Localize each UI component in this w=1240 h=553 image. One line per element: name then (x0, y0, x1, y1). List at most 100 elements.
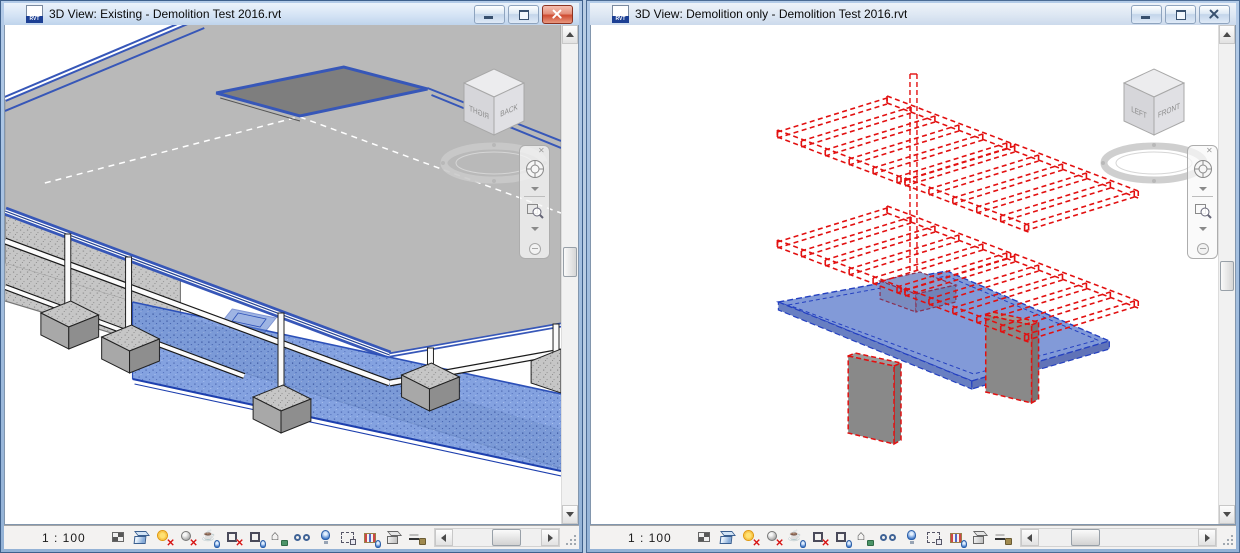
vertical-scrollbar[interactable] (1218, 25, 1235, 524)
resize-grip[interactable] (1221, 526, 1236, 549)
show-analytical-model-icon[interactable] (363, 529, 381, 548)
crop-view-off-icon[interactable] (811, 529, 830, 549)
minimize-icon (1141, 15, 1150, 19)
steering-wheel-icon (1193, 160, 1212, 178)
navigation-bar (1187, 145, 1218, 259)
zoom-region-icon (526, 204, 544, 219)
shadows-off-icon[interactable] (765, 529, 784, 549)
scale-button[interactable]: 1 : 100 (628, 531, 672, 545)
rvt-file-icon-label: RVT (612, 16, 629, 23)
rvt-file-icon: RVT (26, 5, 43, 23)
steering-wheel-button[interactable] (524, 158, 546, 185)
reveal-hidden-elements-icon[interactable] (903, 529, 920, 546)
locked-3d-view-icon[interactable] (271, 527, 288, 546)
resize-grip[interactable] (564, 526, 579, 549)
wheel-options-chevron[interactable] (530, 187, 539, 191)
arrow-down-icon (566, 512, 574, 517)
navbar-close-icon[interactable] (538, 146, 547, 157)
scroll-right-button[interactable] (541, 529, 559, 546)
vertical-scroll-thumb[interactable] (563, 246, 577, 277)
temporary-hide-isolate-icon[interactable] (879, 529, 897, 546)
window-existing-view: RVT 3D View: Existing - Demolition Test … (0, 0, 583, 553)
navbar-close-icon[interactable] (1206, 146, 1215, 157)
vertical-scroll-track[interactable] (562, 44, 578, 505)
show-crop-region-icon[interactable] (834, 529, 852, 548)
temporary-view-properties-icon[interactable] (926, 529, 943, 546)
titlebar-demolition[interactable]: RVT 3D View: Demolition only - Demolitio… (590, 3, 1236, 25)
window-demolition-view: RVT 3D View: Demolition only - Demolitio… (586, 0, 1240, 553)
arrow-left-icon (1027, 533, 1033, 542)
show-analytical-model-icon[interactable] (949, 529, 967, 548)
close-button[interactable] (542, 4, 573, 24)
visual-style-icon[interactable] (719, 529, 736, 546)
show-rendering-dialog-icon[interactable] (788, 529, 806, 548)
titlebar-existing[interactable]: RVT 3D View: Existing - Demolition Test … (4, 3, 579, 25)
horizontal-scroll-track[interactable] (1039, 529, 1198, 546)
visual-style-icon[interactable] (133, 529, 150, 546)
window-buttons (474, 4, 573, 24)
minimize-icon (484, 15, 493, 19)
sun-path-off-icon[interactable] (742, 529, 761, 549)
arrow-right-icon (1204, 533, 1210, 542)
scroll-up-button[interactable] (1219, 25, 1235, 44)
view-control-icons (696, 527, 1012, 549)
detail-level-icon[interactable] (110, 529, 127, 546)
view-control-bar: 1 : 100 (590, 525, 1236, 549)
scroll-left-button[interactable] (434, 529, 453, 546)
pan-button[interactable] (1196, 243, 1209, 255)
scroll-down-button[interactable] (1219, 505, 1235, 524)
navbar-divider (1192, 196, 1213, 197)
horizontal-scrollbar[interactable] (1019, 528, 1217, 547)
rvt-file-icon: RVT (612, 5, 629, 23)
horizontal-scrollbar[interactable] (433, 528, 560, 547)
viewport-demolition-3d[interactable]: LEFT FRONT (591, 25, 1218, 524)
scroll-right-button[interactable] (1198, 529, 1216, 546)
vertical-scroll-track[interactable] (1219, 44, 1235, 505)
reveal-constraints-icon[interactable] (994, 529, 1012, 546)
minimize-button[interactable] (1131, 4, 1162, 24)
scroll-up-button[interactable] (562, 25, 578, 44)
show-rendering-dialog-icon[interactable] (202, 529, 220, 548)
restore-icon (519, 9, 529, 20)
scroll-down-button[interactable] (562, 505, 578, 524)
navbar-divider (524, 196, 545, 197)
scroll-left-button[interactable] (1020, 529, 1039, 546)
highlight-displacement-sets-icon[interactable] (386, 529, 403, 546)
close-button[interactable] (1199, 4, 1230, 24)
temporary-view-properties-icon[interactable] (340, 529, 357, 546)
arrow-up-icon (566, 32, 574, 37)
vertical-scroll-thumb[interactable] (1220, 260, 1234, 291)
pan-button[interactable] (528, 243, 541, 255)
zoom-options-chevron[interactable] (530, 227, 539, 231)
detail-level-icon[interactable] (696, 529, 713, 546)
zoom-region-button[interactable] (525, 200, 545, 225)
restore-button[interactable] (508, 4, 539, 24)
locked-3d-view-icon[interactable] (857, 527, 874, 546)
zoom-region-icon (1194, 204, 1212, 219)
shadows-off-icon[interactable] (179, 529, 198, 549)
vertical-scrollbar[interactable] (561, 25, 578, 524)
sun-path-off-icon[interactable] (156, 529, 175, 549)
steering-wheel-button[interactable] (1192, 158, 1214, 185)
viewport-existing-3d[interactable]: RIGHT BACK (5, 25, 561, 524)
scale-button[interactable]: 1 : 100 (42, 531, 86, 545)
view-control-icons (110, 527, 426, 549)
show-crop-region-icon[interactable] (248, 529, 266, 548)
wheel-options-chevron[interactable] (1198, 187, 1207, 191)
arrow-down-icon (1223, 512, 1231, 517)
horizontal-scroll-thumb[interactable] (1070, 529, 1100, 546)
zoom-options-chevron[interactable] (1198, 227, 1207, 231)
window-buttons (1131, 4, 1230, 24)
restore-button[interactable] (1165, 4, 1196, 24)
horizontal-scroll-track[interactable] (453, 529, 541, 546)
horizontal-scroll-thumb[interactable] (492, 529, 522, 546)
temporary-hide-isolate-icon[interactable] (293, 529, 311, 546)
minimize-button[interactable] (474, 4, 505, 24)
zoom-region-button[interactable] (1193, 200, 1213, 225)
view-control-bar: 1 : 100 (4, 525, 579, 549)
reveal-hidden-elements-icon[interactable] (317, 529, 334, 546)
highlight-displacement-sets-icon[interactable] (972, 529, 989, 546)
reveal-constraints-icon[interactable] (408, 529, 426, 546)
rvt-file-icon-label: RVT (26, 16, 43, 23)
crop-view-off-icon[interactable] (225, 529, 244, 549)
